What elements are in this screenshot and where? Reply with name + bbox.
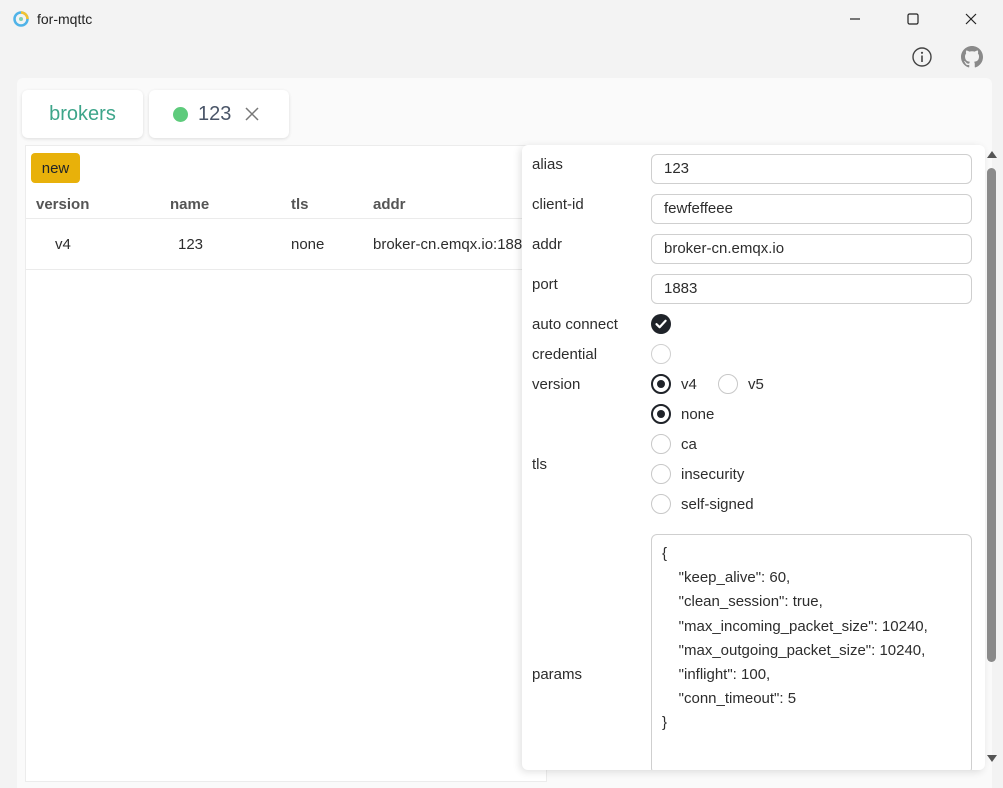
checkmark-icon [655, 319, 667, 329]
version-label: version [532, 376, 581, 393]
version-radio-v4[interactable] [651, 374, 671, 394]
column-header-addr: addr [373, 196, 406, 213]
scroll-up-arrow-icon[interactable] [985, 148, 999, 160]
tls-option-insecurity: insecurity [681, 466, 745, 483]
params-textarea[interactable]: { "keep_alive": 60, "clean_session": tru… [651, 534, 972, 770]
tab-brokers-label: brokers [49, 102, 116, 125]
maximize-button[interactable] [884, 0, 942, 38]
version-option-v4: v4 [681, 376, 697, 393]
tls-option-none: none [681, 406, 715, 423]
tls-radio-insecurity[interactable] [651, 464, 671, 484]
info-icon[interactable] [911, 46, 933, 68]
version-radio-v5[interactable] [718, 374, 738, 394]
column-header-tls: tls [291, 196, 309, 213]
port-input[interactable]: 1883 [651, 274, 972, 304]
window-title: for-mqttc [37, 11, 93, 27]
version-option-v5: v5 [748, 376, 764, 393]
tls-radio-self-signed[interactable] [651, 494, 671, 514]
port-label: port [532, 276, 558, 293]
scroll-down-arrow-icon[interactable] [985, 753, 999, 765]
tls-label: tls [532, 456, 547, 473]
maximize-icon [907, 13, 919, 25]
addr-input[interactable]: broker-cn.emqx.io [651, 234, 972, 264]
tab-connection-label: 123 [198, 102, 232, 125]
new-broker-button[interactable]: new [31, 153, 80, 183]
cell-addr: broker-cn.emqx.io:1883 [373, 236, 531, 253]
credential-checkbox[interactable] [651, 344, 671, 364]
alias-label: alias [532, 156, 563, 173]
tab-connection-123[interactable]: 123 [149, 90, 289, 138]
alias-input[interactable]: 123 [651, 154, 972, 184]
credential-label: credential [532, 346, 598, 363]
tab-brokers[interactable]: brokers [22, 90, 143, 138]
cell-version: v4 [55, 236, 71, 253]
github-icon[interactable] [961, 46, 983, 68]
tls-option-self-signed: self-signed [681, 496, 754, 513]
app-logo-icon [13, 11, 29, 27]
column-header-name: name [170, 196, 210, 213]
tls-radio-ca[interactable] [651, 434, 671, 454]
cell-tls: none [291, 236, 325, 253]
client-id-input[interactable]: fewfeffeee [651, 194, 972, 224]
close-icon [965, 13, 977, 25]
auto-connect-label: auto connect [532, 316, 618, 333]
addr-label: addr [532, 236, 563, 253]
scrollbar-thumb[interactable] [987, 168, 996, 662]
connection-status-dot [173, 106, 188, 122]
client-id-label: client-id [532, 196, 584, 213]
title-bar: for-mqttc [0, 0, 1003, 38]
column-header-version: version [36, 196, 90, 213]
tls-radio-none[interactable] [651, 404, 671, 424]
table-row[interactable]: v4 123 none broker-cn.emqx.io:1883 [26, 219, 546, 270]
minimize-button[interactable] [826, 0, 884, 38]
auto-connect-checkbox[interactable] [651, 314, 671, 334]
close-tab-icon[interactable] [243, 105, 261, 123]
broker-list-panel: new version name tls addr v4 123 none br… [25, 145, 547, 782]
cell-name: 123 [178, 236, 204, 253]
close-window-button[interactable] [942, 0, 1000, 38]
tls-option-ca: ca [681, 436, 697, 453]
broker-form-panel: alias 123 client-id fewfeffeee addr brok… [522, 145, 985, 770]
params-label: params [532, 666, 583, 683]
minimize-icon [850, 18, 860, 20]
